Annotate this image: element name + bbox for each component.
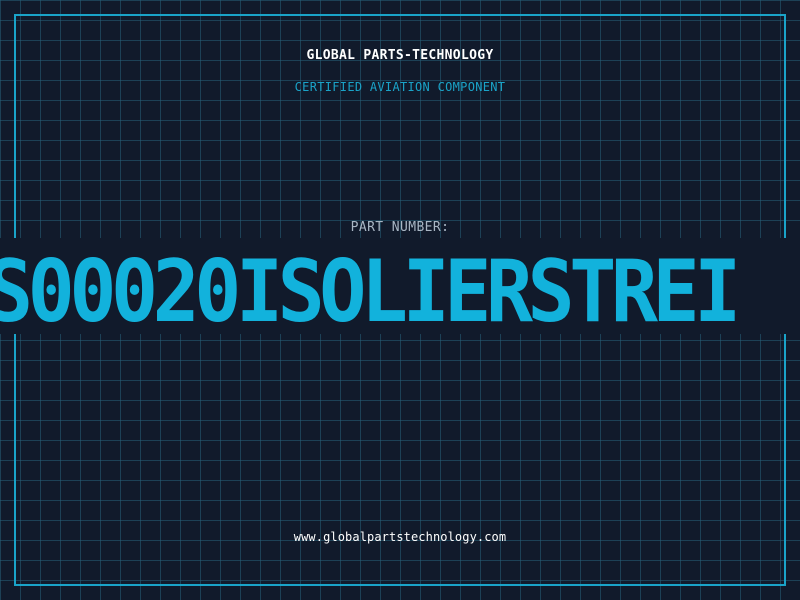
website-url: www.globalpartstechnology.com <box>293 530 507 544</box>
part-number-label: PART NUMBER: <box>350 220 450 235</box>
certification-subtitle: CERTIFIED AVIATION COMPONENT <box>294 80 506 94</box>
part-number-value: S00020ISOLIERSTREI <box>0 242 741 342</box>
part-number-card: GLOBAL PARTS-TECHNOLOGY CERTIFIED AVIATI… <box>0 0 800 600</box>
brand-title: GLOBAL PARTS-TECHNOLOGY <box>306 48 494 63</box>
